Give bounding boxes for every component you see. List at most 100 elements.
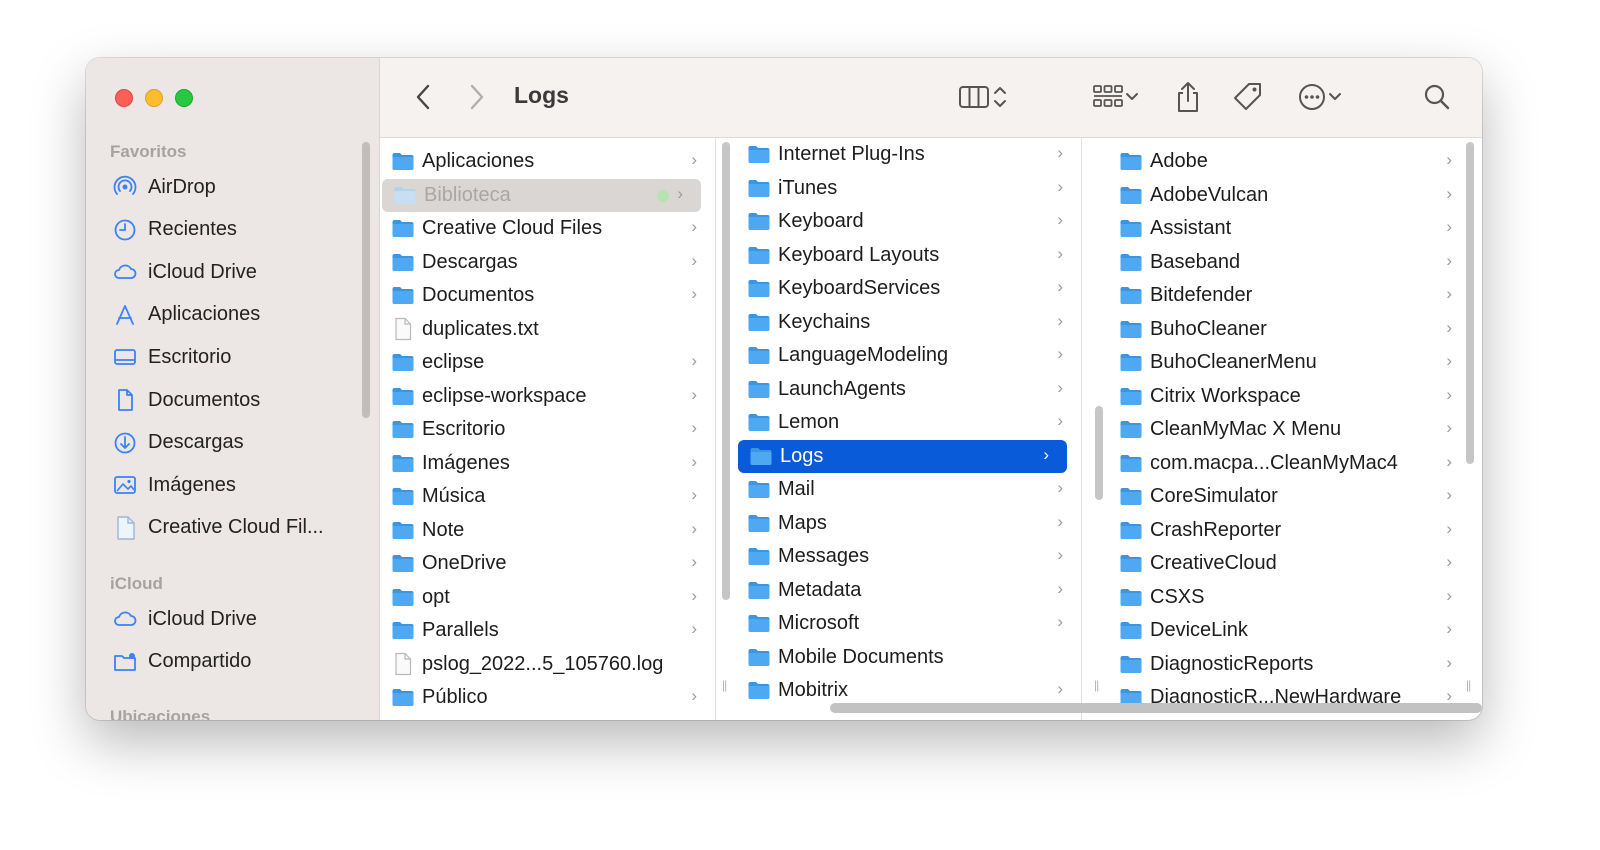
folder-row[interactable]: Público ›	[380, 681, 715, 714]
disclosure-chevron-icon: ›	[1057, 210, 1063, 229]
column-home-resize-handle[interactable]: ||	[722, 678, 727, 692]
sidebar-item-label: Aplicaciones	[148, 303, 261, 326]
more-actions-button[interactable]	[1290, 80, 1350, 114]
folder-row[interactable]: Maps ›	[736, 507, 1081, 540]
disclosure-chevron-icon: ›	[1057, 176, 1063, 196]
folder-row[interactable]: Escritorio ›	[380, 413, 715, 446]
item-label: CreativeCloud	[1150, 552, 1277, 574]
folder-row[interactable]: eclipse ›	[380, 346, 715, 379]
folder-row[interactable]: CrashReporter ›	[1108, 514, 1470, 547]
share-button[interactable]	[1172, 78, 1204, 116]
sidebar-item-descargas[interactable]: Descargas	[112, 426, 244, 460]
folder-row[interactable]: Citrix Workspace ›	[1108, 380, 1470, 413]
disclosure-chevron-icon: ›	[691, 451, 697, 471]
sidebar-icloud-item-icloud-drive[interactable]: iCloud Drive	[112, 602, 257, 636]
sidebar-item-label: Creative Cloud Fil...	[148, 516, 324, 539]
view-mode-button[interactable]	[948, 80, 1018, 114]
folder-row[interactable]: Assistant ›	[1108, 212, 1470, 245]
search-button[interactable]	[1420, 80, 1454, 114]
folder-row[interactable]: Microsoft ›	[736, 607, 1081, 640]
folder-row[interactable]: CreativeCloud ›	[1108, 547, 1470, 580]
sidebar-item-im-genes[interactable]: Imágenes	[112, 468, 236, 502]
folder-icon	[747, 243, 771, 267]
file-row[interactable]: pslog_2022...5_105760.log	[380, 648, 715, 681]
horizontal-scrollbar[interactable]	[830, 703, 1482, 713]
folder-row[interactable]: Aplicaciones ›	[380, 145, 715, 178]
folder-row[interactable]: opt ›	[380, 581, 715, 614]
disclosure-chevron-icon: ›	[1446, 150, 1452, 169]
folder-row[interactable]: CSXS ›	[1108, 581, 1470, 614]
folder-row[interactable]: Música ›	[380, 480, 715, 513]
folder-row[interactable]: BuhoCleaner ›	[1108, 313, 1470, 346]
folder-row[interactable]: Descargas ›	[380, 246, 715, 279]
sidebar-item-documentos[interactable]: Documentos	[112, 383, 260, 417]
sidebar-item-recientes[interactable]: Recientes	[112, 213, 237, 247]
folder-row[interactable]: Messages ›	[736, 540, 1081, 573]
folder-row[interactable]: Keyboard Layouts ›	[736, 239, 1081, 272]
sidebar-item-airdrop[interactable]: AirDrop	[112, 170, 216, 204]
folder-row[interactable]: Parallels ›	[380, 614, 715, 647]
folder-row[interactable]: LaunchAgents ›	[736, 373, 1081, 406]
sidebar-item-icloud-drive[interactable]: iCloud Drive	[112, 255, 257, 289]
folder-row[interactable]: AdobeVulcan ›	[1108, 179, 1470, 212]
folder-row[interactable]: Imágenes ›	[380, 447, 715, 480]
folder-row[interactable]: Internet Plug-Ins ›	[736, 138, 1081, 171]
column-biblioteca-resize-handle[interactable]: ||	[1094, 678, 1099, 692]
folder-icon	[391, 618, 415, 642]
folder-icon	[391, 585, 415, 609]
folder-row[interactable]: CoreSimulator ›	[1108, 480, 1470, 513]
folder-row[interactable]: Biblioteca ›	[382, 178, 701, 212]
folder-row[interactable]: Keyboard ›	[736, 205, 1081, 238]
item-label: Baseband	[1150, 250, 1241, 273]
folder-row[interactable]: DiagnosticReports ›	[1108, 648, 1470, 681]
folder-row[interactable]: BuhoCleanerMenu ›	[1108, 346, 1470, 379]
folder-row[interactable]: KeyboardServices ›	[736, 272, 1081, 305]
folder-row[interactable]: eclipse-workspace ›	[380, 380, 715, 413]
folder-row[interactable]: Mobile Documents	[736, 641, 1081, 674]
folder-row[interactable]: Creative Cloud Files ›	[380, 212, 715, 245]
folder-row[interactable]: CleanMyMac X Menu ›	[1108, 413, 1470, 446]
forward-button[interactable]	[464, 82, 490, 112]
folder-row[interactable]: Note ›	[380, 514, 715, 547]
folder-row[interactable]: OneDrive ›	[380, 547, 715, 580]
sidebar-scrollbar[interactable]	[362, 142, 370, 418]
folder-row[interactable]: com.macpa...CleanMyMac4 ›	[1108, 447, 1470, 480]
file-icon	[391, 317, 415, 341]
folder-row[interactable]: LanguageModeling ›	[736, 339, 1081, 372]
item-label: Maps	[778, 511, 827, 534]
sidebar-icloud-item-compartido[interactable]: Compartido	[112, 645, 251, 679]
folder-row[interactable]: iTunes ›	[736, 172, 1081, 205]
search-icon	[1424, 84, 1450, 110]
folder-row[interactable]: Logs ›	[738, 439, 1067, 473]
folder-row[interactable]: Keychains ›	[736, 306, 1081, 339]
folder-row[interactable]: Bitdefender ›	[1108, 279, 1470, 312]
column-logs-scrollbar[interactable]	[1466, 142, 1474, 464]
zoom-window-button[interactable]	[175, 89, 193, 107]
close-window-button[interactable]	[115, 89, 133, 107]
folder-row[interactable]: DeviceLink ›	[1108, 614, 1470, 647]
folder-row[interactable]: Lemon ›	[736, 406, 1081, 439]
folder-row[interactable]: Mail ›	[736, 473, 1081, 506]
sidebar-item-aplicaciones[interactable]: Aplicaciones	[112, 298, 260, 332]
column-home-scrollbar[interactable]	[722, 142, 730, 600]
minimize-window-button[interactable]	[145, 89, 163, 107]
folder-row[interactable]: Documentos ›	[380, 279, 715, 312]
folder-row[interactable]: Adobe ›	[1108, 145, 1470, 178]
item-label: Biblioteca	[424, 183, 511, 206]
back-button[interactable]	[410, 82, 436, 112]
disclosure-chevron-icon: ›	[691, 351, 697, 370]
sidebar-item-escritorio[interactable]: Escritorio	[112, 340, 231, 374]
item-label: Aplicaciones	[422, 150, 535, 172]
item-label: opt	[422, 585, 450, 608]
group-button[interactable]	[1086, 80, 1146, 114]
column-logs-resize-handle[interactable]: ||	[1466, 678, 1471, 692]
folder-row[interactable]: Metadata ›	[736, 574, 1081, 607]
sidebar-item-creative-cloud-fil[interactable]: Creative Cloud Fil...	[112, 511, 324, 545]
file-row[interactable]: duplicates.txt	[380, 313, 715, 346]
tags-button[interactable]	[1230, 78, 1266, 116]
column-biblioteca-scrollbar[interactable]	[1095, 406, 1103, 500]
item-label: Keyboard	[778, 210, 864, 232]
folder-icon	[391, 484, 415, 508]
item-label: CSXS	[1150, 585, 1205, 608]
folder-row[interactable]: Baseband ›	[1108, 246, 1470, 279]
